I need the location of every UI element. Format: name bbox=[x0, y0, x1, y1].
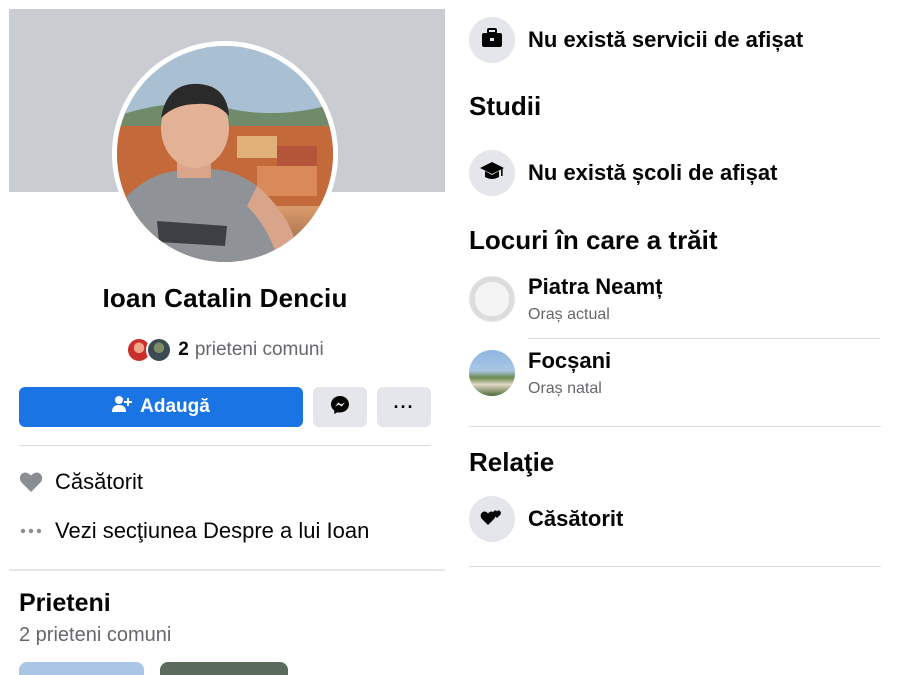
about-panel: Nu există servicii de afișat Studii Nu e… bbox=[450, 0, 900, 675]
relationship-value: Căsătorit bbox=[528, 506, 624, 531]
work-row: Nu există servicii de afișat bbox=[469, 17, 803, 63]
friend-card[interactable] bbox=[160, 662, 288, 675]
graduation-cap-icon bbox=[479, 160, 505, 187]
friends-subtitle: 2 prieteni comuni bbox=[19, 624, 172, 646]
relationship-title: Relaţie bbox=[469, 447, 555, 477]
friends-title[interactable]: Prieteni bbox=[19, 589, 111, 618]
hometown-photo[interactable] bbox=[469, 350, 515, 396]
more-dots-icon: ··· bbox=[393, 396, 415, 417]
message-button[interactable] bbox=[313, 387, 367, 427]
divider bbox=[469, 426, 881, 427]
hometown-type: Oraș natal bbox=[528, 380, 602, 397]
education-row: Nu există școli de afișat bbox=[469, 150, 777, 196]
education-title: Studii bbox=[469, 91, 542, 121]
person-plus-icon bbox=[112, 395, 133, 419]
education-icon-circle bbox=[469, 150, 515, 196]
divider bbox=[469, 566, 881, 567]
current-city-name[interactable]: Piatra Neamț bbox=[528, 274, 663, 300]
more-dots-icon bbox=[19, 528, 43, 534]
work-empty-text: Nu există servicii de afișat bbox=[528, 27, 804, 52]
work-icon-circle bbox=[469, 17, 515, 63]
mutual-friends-count: 2 bbox=[178, 339, 189, 360]
profile-picture[interactable] bbox=[117, 46, 333, 262]
profile-name: Ioan Catalin Denciu bbox=[102, 283, 348, 313]
relationship-icon-circle bbox=[469, 496, 515, 542]
place-item[interactable]: Focșani Oraș natal bbox=[469, 348, 611, 398]
see-about-label: Vezi secţiunea Despre a lui Ioan bbox=[55, 518, 370, 543]
place-item[interactable]: Piatra Neamț Oraș actual bbox=[469, 274, 663, 324]
friend-card[interactable] bbox=[19, 662, 144, 675]
places-title: Locuri în care a trăit bbox=[469, 225, 718, 255]
see-about-link[interactable]: Vezi secţiunea Despre a lui Ioan bbox=[19, 518, 369, 544]
mutual-friends-label: prieteni comuni bbox=[194, 339, 324, 360]
hometown-name[interactable]: Focșani bbox=[528, 348, 611, 374]
section-divider bbox=[9, 569, 445, 571]
two-hearts-icon bbox=[480, 507, 504, 532]
add-friend-label: Adaugă bbox=[140, 396, 210, 417]
divider bbox=[19, 445, 431, 446]
divider bbox=[528, 338, 880, 339]
profile-panel: Ioan Catalin Denciu 2 prieteni comuni Ad… bbox=[0, 0, 450, 675]
profile-picture-frame[interactable] bbox=[112, 41, 338, 267]
mutual-friend-avatars[interactable] bbox=[126, 337, 173, 363]
heart-icon bbox=[19, 471, 43, 493]
mutual-friend-avatar[interactable] bbox=[146, 337, 173, 363]
briefcase-icon bbox=[481, 27, 503, 53]
education-empty-text: Nu există școli de afișat bbox=[528, 160, 778, 185]
profile-picture-illustration bbox=[117, 46, 333, 262]
messenger-icon bbox=[330, 395, 350, 420]
more-options-button[interactable]: ··· bbox=[377, 387, 431, 427]
current-city-type: Oraș actual bbox=[528, 306, 610, 323]
intro-relationship: Căsătorit bbox=[19, 469, 143, 495]
current-city-map[interactable] bbox=[469, 276, 515, 322]
mutual-friends[interactable]: 2 prieteni comuni bbox=[0, 337, 450, 363]
relationship-row: Căsătorit bbox=[469, 496, 623, 542]
add-friend-button[interactable]: Adaugă bbox=[19, 387, 303, 427]
intro-relationship-label: Căsătorit bbox=[55, 469, 144, 494]
